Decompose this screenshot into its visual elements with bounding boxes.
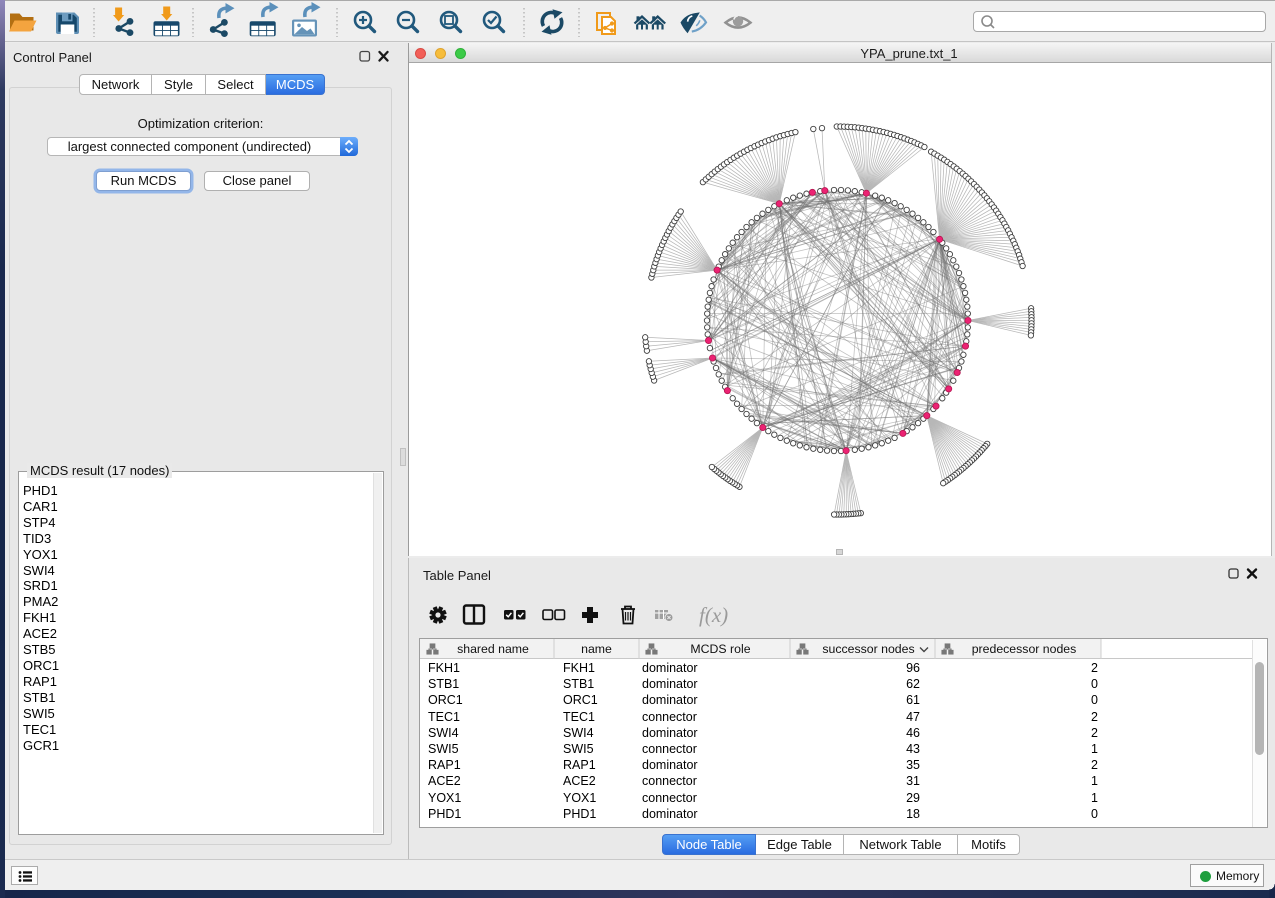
- svg-text:predecessor nodes: predecessor nodes: [972, 642, 1077, 656]
- svg-text:shared name: shared name: [457, 642, 529, 656]
- svg-text:f(x): f(x): [699, 603, 728, 627]
- svg-text:successor nodes: successor nodes: [822, 642, 914, 656]
- svg-text:MCDS role: MCDS role: [690, 642, 750, 656]
- svg-text:name: name: [581, 642, 612, 656]
